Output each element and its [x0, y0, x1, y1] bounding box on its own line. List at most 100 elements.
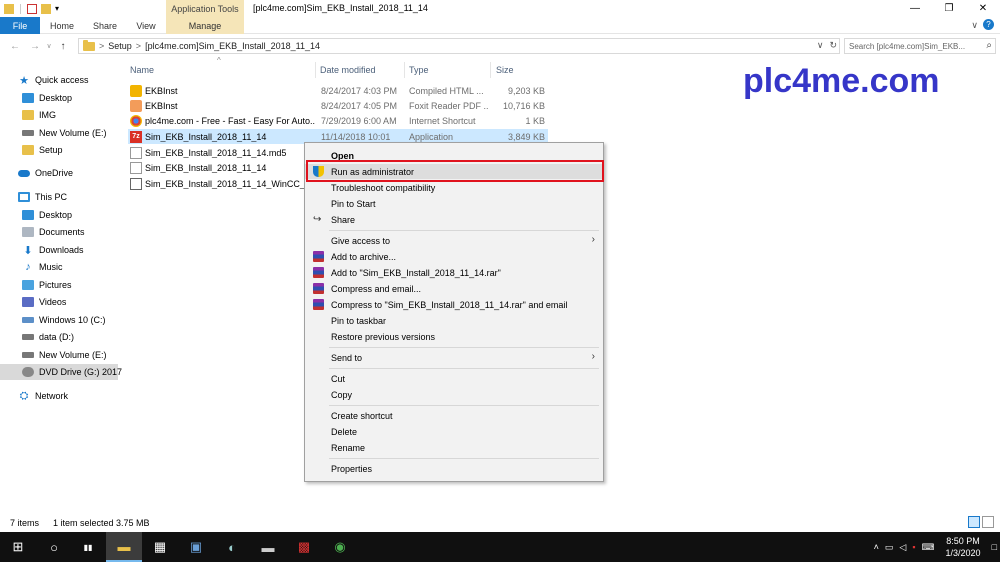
properties-icon[interactable]	[27, 3, 37, 14]
menu-item-give-access-to[interactable]: Give access to ›	[305, 233, 603, 248]
customize-toolbar-icon[interactable]: ▾	[55, 4, 59, 13]
nav-new-volume-e[interactable]: New Volume (E:)	[22, 125, 140, 141]
search-input[interactable]: Search [plc4me.com]Sim_EKB... ⌕	[844, 38, 996, 54]
tray-overflow-icon[interactable]: ˄	[874, 542, 879, 552]
file-row[interactable]: plc4me.com - Free - Fast - Easy For Auto…	[128, 113, 548, 128]
network-icon[interactable]: ▭	[885, 542, 894, 553]
nav-onedrive[interactable]: OneDrive	[18, 165, 136, 181]
menu-item-troubleshoot-compatibility[interactable]: Troubleshoot compatibility	[305, 180, 603, 195]
clock[interactable]: 8:50 PM 1/3/2020	[946, 535, 981, 559]
nav-pictures[interactable]: Pictures	[22, 277, 140, 293]
menu-label: Compress to "Sim_EKB_Install_2018_11_14.…	[331, 299, 568, 310]
column-type[interactable]: Type	[409, 62, 489, 78]
menu-item-compress-and-email[interactable]: Compress and email...	[305, 281, 603, 296]
refresh-icon[interactable]: ↻	[829, 40, 837, 51]
tab-home[interactable]: Home	[42, 17, 82, 34]
nav-label: Pictures	[39, 280, 72, 290]
menu-item-restore-previous-versions[interactable]: Restore previous versions	[305, 329, 603, 344]
tab-manage[interactable]: Manage	[166, 17, 244, 34]
forward-button[interactable]: →	[28, 39, 42, 53]
close-button[interactable]: ✕	[966, 0, 1000, 17]
column-name[interactable]: Name	[130, 62, 310, 78]
nav-videos[interactable]: Videos	[22, 294, 140, 310]
menu-item-copy[interactable]: Copy	[305, 387, 603, 402]
task-view-icon[interactable]: ▮▮	[70, 532, 106, 562]
recent-locations-icon[interactable]: ∨	[42, 39, 56, 53]
menu-item-pin-to-start[interactable]: Pin to Start	[305, 196, 603, 211]
expand-ribbon-icon[interactable]: ∨	[971, 20, 978, 31]
notifications-icon[interactable]: □	[992, 542, 997, 552]
menu-item-add-to-archive[interactable]: Add to archive...	[305, 249, 603, 264]
nav-dvd-drive-g[interactable]: DVD Drive (G:) 2017	[0, 364, 122, 380]
column-size[interactable]: Size	[496, 62, 546, 78]
menu-item-compress-to-rar-and-email[interactable]: Compress to "Sim_EKB_Install_2018_11_14.…	[305, 297, 603, 312]
tray-app-icon[interactable]: ▪	[912, 542, 915, 552]
app-icon[interactable]: ▬	[250, 532, 286, 562]
search-icon[interactable]: ○	[36, 532, 72, 562]
app-icon[interactable]: ▩	[286, 532, 322, 562]
menu-item-send-to[interactable]: Send to ›	[305, 350, 603, 365]
nav-network[interactable]: ⛭ Network	[18, 388, 136, 404]
nav-music[interactable]: ♪ Music	[22, 259, 140, 275]
status-bar: 7 items 1 item selected 3.75 MB	[0, 516, 1000, 530]
nav-label: New Volume (E:)	[39, 350, 107, 360]
address-dropdown-icon[interactable]: ∨	[817, 40, 824, 51]
nav-data-d[interactable]: data (D:)	[22, 329, 140, 345]
nav-desktop[interactable]: Desktop	[22, 90, 140, 106]
nav-quick-access[interactable]: ★ Quick access	[18, 72, 136, 88]
column-date-modified[interactable]: Date modified	[320, 62, 400, 78]
nav-setup[interactable]: Setup	[22, 142, 140, 158]
chm-icon	[130, 84, 142, 97]
nav-label: This PC	[35, 192, 68, 202]
file-date: 11/14/2018 10:01	[321, 131, 391, 142]
nav-this-pc[interactable]: This PC	[18, 189, 136, 205]
nav-img[interactable]: IMG	[22, 107, 140, 123]
back-button[interactable]: ←	[8, 39, 22, 53]
file-size: 1 KB	[525, 115, 545, 126]
menu-item-delete[interactable]: Delete	[305, 424, 603, 439]
menu-item-rename[interactable]: Rename	[305, 440, 603, 455]
details-view-icon[interactable]	[968, 516, 980, 528]
breadcrumb-current-folder[interactable]: [plc4me.com]Sim_EKB_Install_2018_11_14	[145, 41, 320, 51]
large-icons-view-icon[interactable]	[982, 516, 994, 528]
new-folder-icon[interactable]	[41, 3, 51, 14]
nav-new-volume-e-pc[interactable]: New Volume (E:)	[22, 347, 140, 363]
breadcrumb-setup[interactable]: Setup	[108, 41, 132, 51]
nav-label: Desktop	[39, 210, 73, 220]
file-size: 3,849 KB	[507, 131, 545, 142]
up-button[interactable]: ↑	[56, 39, 70, 53]
menu-item-pin-to-taskbar[interactable]: Pin to taskbar	[305, 313, 603, 328]
keyboard-icon[interactable]: ⌨	[922, 542, 935, 553]
chrome-icon[interactable]: ◉	[322, 532, 358, 562]
file-row[interactable]: EKBInst 8/24/2017 4:05 PM Foxit Reader P…	[128, 98, 548, 113]
start-button[interactable]: ⊞	[0, 532, 36, 562]
help-icon[interactable]: ?	[983, 19, 994, 30]
breadcrumb-separator: >	[135, 41, 142, 51]
app-icon[interactable]: ▣	[178, 532, 214, 562]
store-icon[interactable]: ▦	[142, 532, 178, 562]
menu-item-cut[interactable]: Cut	[305, 371, 603, 386]
menu-item-share[interactable]: ↪ Share	[305, 212, 603, 227]
volume-icon[interactable]: ◁	[899, 542, 906, 553]
tab-share[interactable]: Share	[84, 17, 126, 34]
column-divider[interactable]	[315, 62, 316, 78]
file-explorer-icon[interactable]: ▬	[106, 532, 142, 562]
nav-downloads[interactable]: ⬇ Downloads	[22, 242, 140, 258]
app-icon[interactable]: ◐	[214, 532, 250, 562]
nav-pc-desktop[interactable]: Desktop	[22, 207, 140, 223]
menu-item-properties[interactable]: Properties	[305, 461, 603, 476]
address-row: ← → ∨ ↑ > Setup > [plc4me.com]Sim_EKB_In…	[0, 36, 1000, 56]
tab-file[interactable]: File	[0, 17, 40, 34]
nav-documents[interactable]: Documents	[22, 224, 140, 240]
address-bar[interactable]: > Setup > [plc4me.com]Sim_EKB_Install_20…	[78, 38, 840, 54]
column-divider[interactable]	[404, 62, 405, 78]
minimize-button[interactable]: —	[898, 0, 932, 17]
menu-item-create-shortcut[interactable]: Create shortcut	[305, 408, 603, 423]
tab-view[interactable]: View	[128, 17, 164, 34]
maximize-button[interactable]: ❐	[932, 0, 966, 17]
nav-windows-c[interactable]: Windows 10 (C:)	[22, 312, 140, 328]
file-row[interactable]: EKBInst 8/24/2017 4:03 PM Compiled HTML …	[128, 83, 548, 98]
column-divider[interactable]	[490, 62, 491, 78]
menu-item-add-to-rar[interactable]: Add to "Sim_EKB_Install_2018_11_14.rar"	[305, 265, 603, 280]
file-date: 7/29/2019 6:00 AM	[321, 115, 397, 126]
